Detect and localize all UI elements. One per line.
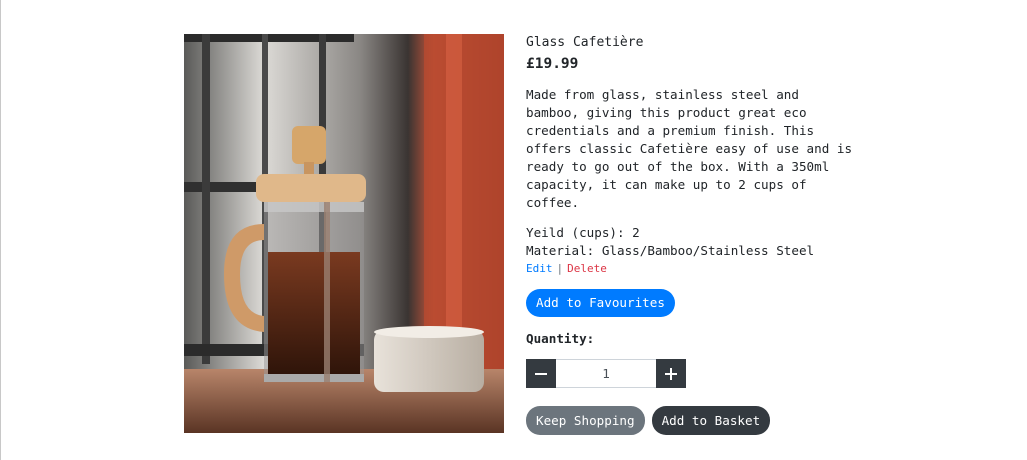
delete-link[interactable]: Delete: [567, 262, 607, 275]
product-material: Material: Glass/Bamboo/Stainless Steel: [526, 243, 815, 258]
product-details: Glass Cafetière £19.99 Made from glass, …: [526, 34, 856, 435]
quantity-label: Quantity:: [526, 331, 595, 346]
product-name: Glass Cafetière: [526, 35, 644, 50]
action-buttons: Keep Shopping Add to Basket: [526, 406, 856, 435]
product-price: £19.99: [526, 56, 579, 72]
minus-icon: [535, 372, 547, 375]
product-image: [184, 34, 504, 433]
plus-icon: [665, 367, 677, 380]
add-to-basket-button[interactable]: Add to Basket: [651, 406, 771, 435]
add-to-favourites-button[interactable]: Add to Favourites: [526, 289, 675, 317]
product-description: Made from glass, stainless steel and bam…: [526, 87, 853, 210]
decrement-button[interactable]: [526, 359, 556, 388]
page-frame: Glass Cafetière £19.99 Made from glass, …: [0, 0, 1026, 460]
quantity-input[interactable]: [556, 359, 656, 388]
admin-separator: |: [556, 262, 564, 275]
admin-links: Edit | Delete: [526, 261, 856, 277]
increment-button[interactable]: [656, 359, 686, 388]
product-yield: Yeild (cups): 2: [526, 225, 640, 240]
quantity-stepper: [526, 359, 856, 388]
keep-shopping-button[interactable]: Keep Shopping: [526, 406, 645, 435]
edit-link[interactable]: Edit: [526, 262, 553, 275]
